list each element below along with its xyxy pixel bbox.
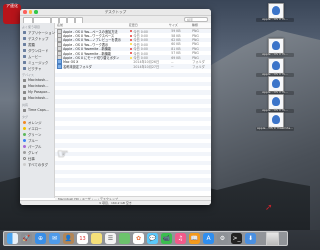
finder-icon[interactable] [7,233,18,244]
tag-dot-icon [130,30,133,33]
messages-icon[interactable]: 💬 [147,233,158,244]
launchpad-icon[interactable]: 🚀 [21,233,32,244]
applications-icon [23,30,26,34]
column-kind[interactable]: 種類 [190,23,211,28]
mail-icon[interactable]: ✉ [49,233,60,244]
all-tags-icon [23,162,26,166]
tag-dot-icon [130,38,133,41]
ibooks-icon[interactable]: 📖 [189,233,200,244]
disk-icon [23,96,26,100]
title-bar[interactable]: デスクトップ [20,9,211,16]
disk-icon [23,84,26,88]
reminders-icon[interactable]: ☰ [105,233,116,244]
pointing-hand-icon: ☞ [57,147,69,162]
app-store-icon[interactable]: A [203,233,214,244]
column-size[interactable]: サイズ [167,23,190,28]
external-disk-icon [23,90,26,94]
sidebar-item-pictures[interactable]: ピクチャ [20,65,54,71]
tag-dot-icon [130,34,133,37]
downloads-folder-icon[interactable]: ⬇ [245,233,256,244]
file-list: 名前 変更日 サイズ 種類 Apple - OS X Yos...ペースの追加方… [55,23,211,201]
tag-dot-icon [23,156,26,160]
safari-icon[interactable]: ⊕ [35,233,46,244]
window-title: デスクトップ [104,9,127,14]
tag-dot-icon [23,138,26,142]
sidebar: よく使う項目 アプリケーション デスクトップ 書類 ダウンロード ムービー ミュ… [20,23,55,198]
contacts-icon[interactable]: 👤 [63,233,74,244]
desktop-icon-label: Apple - OS X Yo... [256,52,294,57]
search-input[interactable]: 検索 [184,17,208,22]
calendar-icon[interactable]: 13 [77,233,88,244]
terminal-icon[interactable]: >_ [231,233,242,244]
downloads-icon [23,48,26,52]
tag-dot-icon [23,150,26,154]
folder-icon [57,63,62,69]
tag-dot-icon [23,144,26,148]
sidebar-tag-all[interactable]: すべてのタグ [20,161,54,167]
facetime-icon[interactable]: 📹 [161,233,172,244]
tag-dot-icon [130,52,133,55]
tag-dot-icon [130,47,133,50]
movies-icon [23,54,26,58]
time-capsule-icon [23,108,26,112]
tag-dot-icon [130,43,133,46]
tag-dot-icon [130,56,133,59]
desktop-icon-label: Apple - OS X Yosemite... [256,126,294,131]
column-date[interactable]: 変更日 [127,23,167,28]
finder-window: デスクトップ 検索 よく使う項目 アプリケーション デスクトップ 書類 ダウンロ… [20,9,211,205]
itunes-icon[interactable]: ♫ [175,233,186,244]
sidebar-item-device[interactable]: Macintosh... [20,95,54,101]
trash-icon[interactable] [266,231,279,246]
documents-icon [23,42,26,46]
red-arrow-icon: ➚ [265,203,273,213]
desktop-icon-label: Apple - OS X Yo... [256,17,294,22]
desktop-icon [23,36,26,40]
maps-icon[interactable] [119,233,130,244]
site-logo: ア速化 [3,3,21,24]
tag-dot-icon [23,120,26,124]
tag-dot-icon [23,126,26,130]
dock: 🚀 ⊕ ✉ 👤 13 ☰ ✿ 💬 📹 ♫ 📖 A ⚙ >_ ⬇ [3,231,288,246]
system-preferences-icon[interactable]: ⚙ [217,233,228,244]
status-bar: 9 項目、160.2 GB 空き [20,200,211,205]
photos-icon[interactable]: ✿ [133,233,144,244]
disk-icon [23,78,26,82]
column-name[interactable]: 名前 [55,23,127,28]
music-icon [23,60,26,64]
tag-dot-icon [23,132,26,136]
logo-text: ア速化 [6,3,18,8]
pictures-icon [23,66,26,70]
notes-icon[interactable] [91,233,102,244]
sidebar-item-time-capsule[interactable]: Time Caps... [20,107,54,113]
table-row[interactable]: 名称未設定フォルダ 2014年10月27日 -- フォルダ [55,63,211,69]
